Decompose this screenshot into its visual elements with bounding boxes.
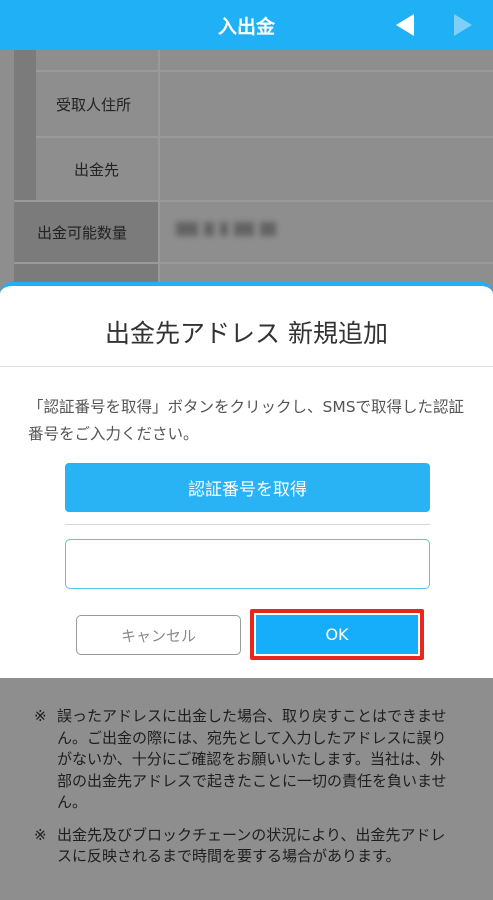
modal-divider [0, 366, 493, 367]
input-divider [65, 524, 430, 525]
add-address-modal: 出金先アドレス 新規追加 「認証番号を取得」ボタンをクリックし、SMSで取得した… [0, 282, 493, 678]
note-text: 誤ったアドレスに出金した場合、取り戻すことはできません。ご出金の際には、宛先とし… [57, 707, 447, 811]
table-divider [14, 262, 493, 264]
modal-description: 「認証番号を取得」ボタンをクリックし、SMSで取得した認証番号をご入力ください。 [28, 398, 465, 443]
page-title: 入出金 [217, 16, 275, 38]
row-label-destination: 出金先 [74, 161, 120, 179]
back-arrow-icon[interactable] [392, 12, 418, 38]
modal-title: 出金先アドレス 新規追加 [105, 319, 388, 348]
table-divider [36, 70, 493, 72]
table-divider [36, 136, 493, 138]
note-item: ※ 誤ったアドレスに出金した場合、取り戻すことはできません。ご出金の際には、宛先… [34, 706, 454, 814]
note-mark: ※ [34, 707, 47, 725]
ok-button[interactable]: OK [256, 615, 418, 654]
get-verification-code-button[interactable]: 認証番号を取得 [65, 463, 430, 512]
app-header: 入出金 [0, 0, 493, 50]
table-left-strip [14, 50, 36, 200]
row-label-recipient-address: 受取人住所 [56, 96, 132, 114]
cancel-button[interactable]: キャンセル [76, 615, 241, 655]
verification-code-input[interactable] [65, 539, 430, 589]
note-text: 出金先及びブロックチェーンの状況により、出金先アドレスに反映されるまで時間を要す… [57, 825, 446, 866]
note-item: ※ 出金先及びブロックチェーンの状況により、出金先アドレスに反映されるまで時間を… [34, 825, 454, 868]
note-mark: ※ [34, 825, 47, 844]
row-label-withdrawable-amount: 出金可能数量 [37, 224, 128, 242]
table-divider [158, 50, 160, 290]
table-divider [14, 200, 493, 202]
blurred-amount-value [176, 217, 296, 241]
forward-arrow-icon[interactable] [450, 12, 476, 38]
notes-section: ※ 誤ったアドレスに出金した場合、取り戻すことはできません。ご出金の際には、宛先… [34, 706, 454, 879]
withdrawal-info-table: 受取人住所 出金先 出金可能数量 [14, 50, 493, 294]
